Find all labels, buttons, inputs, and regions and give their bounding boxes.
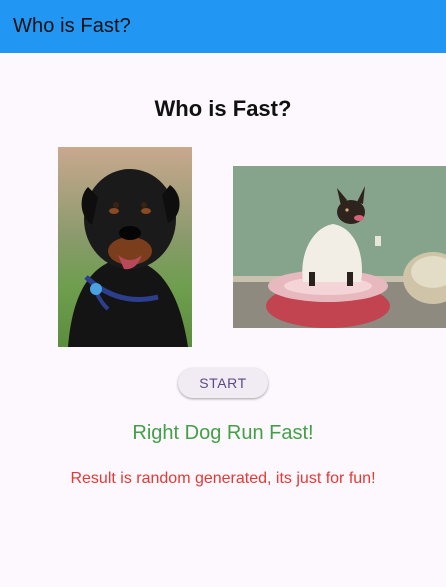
app-bar: Who is Fast?	[0, 0, 446, 53]
left-dog-image	[58, 147, 192, 347]
disclaimer-text: Result is random generated, its just for…	[70, 470, 376, 487]
right-dog-image	[233, 166, 446, 328]
rottweiler-illustration	[58, 147, 192, 347]
small-dog-illustration	[233, 166, 446, 328]
page-title: Who is Fast?	[154, 96, 292, 121]
result-text: Right Dog Run Fast!	[132, 422, 314, 444]
app-bar-title: Who is Fast?	[13, 15, 131, 37]
start-button[interactable]: START	[178, 368, 268, 398]
